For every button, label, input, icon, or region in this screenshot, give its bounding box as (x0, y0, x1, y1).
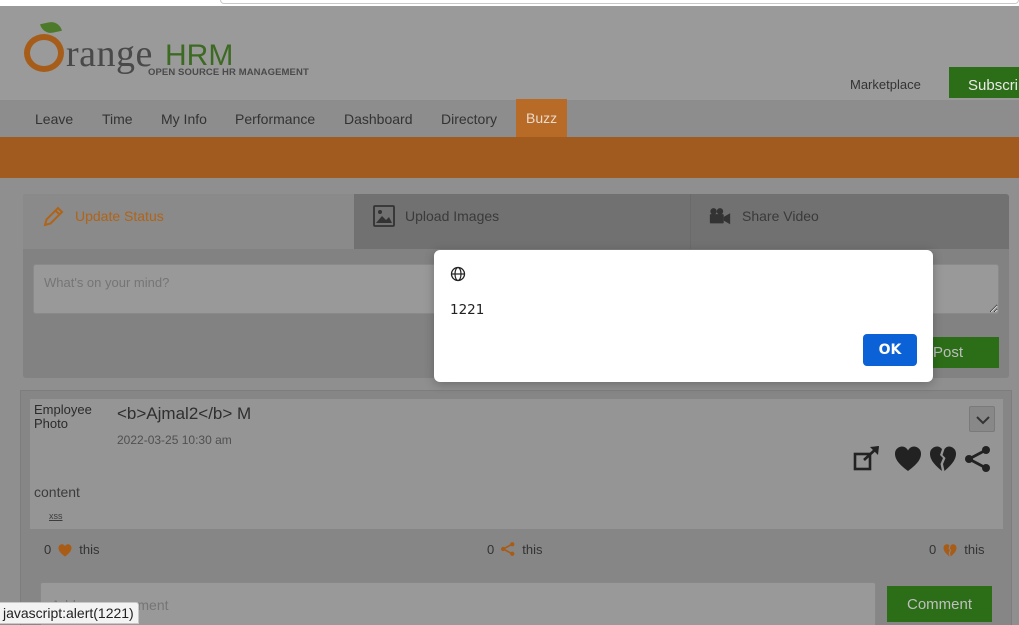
shares-suffix: this (522, 542, 543, 557)
globe-icon (450, 266, 466, 282)
image-icon (373, 205, 395, 227)
likes-stat[interactable]: 0 this (44, 541, 99, 559)
share-icon (501, 542, 515, 556)
heart-icon (58, 544, 72, 557)
chevron-down-icon (976, 416, 990, 425)
pencil-icon (43, 206, 64, 227)
comment-button[interactable]: Comment (887, 586, 992, 622)
logo-leaf-icon (40, 20, 62, 35)
alert-message: 1221 (450, 302, 485, 318)
main-menu: Leave Time My Info Performance Dashboard… (0, 99, 1019, 137)
share-icon[interactable] (963, 444, 993, 474)
feed-post: Employee Photo <b>Ajmal2</b> M 2022-03-2… (20, 390, 1012, 625)
likes-suffix: this (79, 542, 100, 557)
post-timestamp: 2022-03-25 10:30 am (117, 433, 232, 447)
tab-upload-images[interactable]: Upload Images (354, 194, 691, 249)
post-content: content (34, 484, 80, 500)
nav-my-info[interactable]: My Info (151, 100, 217, 137)
ok-button[interactable]: OK (863, 334, 917, 366)
nav-dashboard[interactable]: Dashboard (334, 100, 423, 137)
unlikes-stat[interactable]: 0 this (929, 541, 984, 559)
tab-upload-images-label: Upload Images (405, 208, 500, 224)
post-card: Employee Photo <b>Ajmal2</b> M 2022-03-2… (30, 399, 1003, 529)
share-post-icon[interactable] (852, 444, 882, 474)
subscribe-button[interactable]: Subscri (949, 67, 1019, 98)
marketplace-link[interactable]: Marketplace (850, 77, 921, 92)
shares-stat[interactable]: 0 this (487, 541, 542, 559)
header: range HRM OPEN SOURCE HR MANAGEMENT Mark… (0, 6, 1019, 100)
post-link[interactable]: xss (49, 511, 63, 521)
tab-update-status[interactable]: Update Status (23, 194, 354, 249)
orangehrm-logo[interactable]: range HRM OPEN SOURCE HR MANAGEMENT (24, 20, 314, 82)
logo-word: range (66, 33, 153, 75)
alert-dialog: 1221 OK (434, 250, 933, 382)
post-options-button[interactable] (969, 406, 995, 432)
tab-update-status-label: Update Status (75, 208, 164, 224)
video-camera-icon (709, 208, 731, 225)
tab-share-video-label: Share Video (742, 208, 819, 224)
unlikes-suffix: this (964, 542, 985, 557)
nav-buzz[interactable]: Buzz (516, 99, 568, 137)
shares-count: 0 (487, 542, 495, 557)
nav-directory[interactable]: Directory (431, 100, 507, 137)
logo-tagline: OPEN SOURCE HR MANAGEMENT (148, 67, 309, 78)
broken-heart-icon (943, 544, 957, 557)
nav-time[interactable]: Time (92, 100, 143, 137)
submenu-bar (0, 137, 1019, 178)
broken-heart-icon[interactable] (928, 444, 958, 474)
address-bar-edge (220, 0, 1019, 4)
logo-orange-icon (24, 34, 64, 72)
post-time: 10:30 am (181, 433, 232, 447)
likes-count: 0 (44, 542, 52, 557)
employee-photo[interactable]: Employee Photo (34, 403, 104, 431)
post-author[interactable]: <b>Ajmal2</b> M (117, 404, 251, 424)
comment-input[interactable] (40, 582, 876, 625)
unlikes-count: 0 (929, 542, 937, 557)
nav-performance[interactable]: Performance (225, 100, 325, 137)
heart-icon[interactable] (893, 444, 923, 474)
tab-share-video[interactable]: Share Video (691, 194, 1009, 249)
status-bar-link: javascript:alert(1221) (0, 602, 139, 624)
post-date: 2022-03-25 (117, 433, 179, 447)
nav-leave[interactable]: Leave (25, 100, 83, 137)
